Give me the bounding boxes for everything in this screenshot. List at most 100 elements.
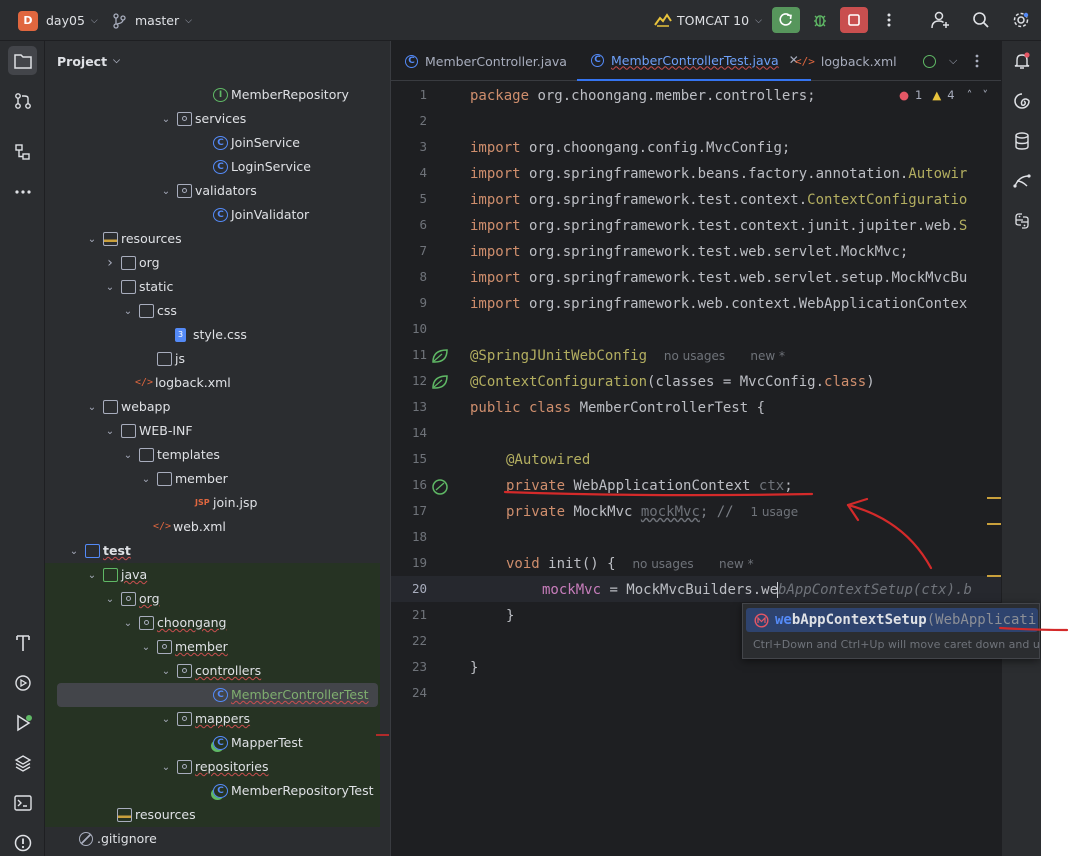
chevron-down-icon[interactable]: ⌄ [159,707,173,731]
tree-item-java[interactable]: ⌄ java [45,563,380,587]
chevron-down-icon[interactable]: ⌄ [139,635,153,659]
tab-logback[interactable]: </> logback.xml [795,41,897,81]
commit-tool-button[interactable] [8,86,37,115]
line-number[interactable]: 15 [391,446,427,472]
line-number[interactable]: 6 [391,212,427,238]
line-number[interactable]: 17 [391,498,427,524]
tree-item-resources[interactable]: ⌄ resources [45,227,380,251]
tree-item-membercontrollertest[interactable]: C MemberControllerTest [57,683,378,707]
line-number[interactable]: 18 [391,524,427,550]
chevron-down-icon[interactable]: ⌄ [85,227,99,251]
endpoints-button[interactable] [1010,169,1034,193]
line-number[interactable]: 7 [391,238,427,264]
chevron-down-icon[interactable]: ⌄ [139,467,153,491]
line-number[interactable]: 24 [391,680,427,706]
line-number[interactable]: 12 [391,368,427,394]
terminal-tool-button[interactable] [8,788,37,817]
line-number[interactable]: 11 [391,342,427,368]
tabs-dropdown-button[interactable]: ⌵ [949,41,957,81]
tab-overflow-partial[interactable] [923,41,943,81]
previous-highlight-icon[interactable]: ˄ [967,88,973,102]
tree-item-logback-xml[interactable]: </> logback.xml [45,371,380,395]
line-number[interactable]: 19 [391,550,427,576]
tree-item-mappers[interactable]: ⌄ mappers [45,707,380,731]
warning-marker[interactable] [987,575,1001,577]
tree-item-repositories[interactable]: ⌄ repositories [45,755,380,779]
tree-item-memberrepositorytest[interactable]: C MemberRepositoryTest [45,779,380,803]
next-highlight-icon[interactable]: ˅ [982,88,988,102]
tree-item-templates[interactable]: ⌄ templates [45,443,380,467]
chevron-down-icon[interactable]: ⌄ [159,659,173,683]
services-tool-button[interactable] [8,668,37,697]
line-number[interactable]: 9 [391,290,427,316]
tree-item-member[interactable]: ⌄ member [45,635,380,659]
chevron-down-icon[interactable]: ⌄ [103,275,117,299]
chevron-down-icon[interactable]: ⌄ [67,539,81,563]
build-tool-button[interactable] [8,628,37,657]
line-number[interactable]: 22 [391,628,427,654]
completion-item[interactable]: webAppContextSetup(WebApplicati [746,608,1038,632]
tree-item-validators[interactable]: ⌄ validators [45,179,380,203]
line-number[interactable]: 1 [391,82,427,108]
search-everywhere-button[interactable] [967,7,995,33]
autowired-gutter-icon[interactable] [431,478,449,496]
tree-item-joinvalidator[interactable]: C JoinValidator [45,203,380,227]
rerun-button[interactable] [772,7,800,33]
line-number[interactable]: 10 [391,316,427,342]
more-tools-button[interactable] [8,177,37,206]
tree-item-static[interactable]: ⌄ static [45,275,380,299]
run-config-selector[interactable]: TOMCAT 10 ⌵ [653,0,762,41]
chevron-down-icon[interactable]: ⌄ [103,587,117,611]
project-tool-button[interactable] [8,46,37,75]
tree-item-mappertest[interactable]: C MapperTest [45,731,380,755]
line-number[interactable]: 14 [391,420,427,446]
tree-item-services[interactable]: ⌄ services [45,107,380,131]
line-number[interactable]: 16 [391,472,427,498]
tree-item-web-xml[interactable]: </> web.xml [45,515,380,539]
tree-item-join-jsp[interactable]: JSP join.jsp [45,491,380,515]
more-actions-button[interactable] [875,7,903,33]
project-panel-header[interactable]: Project ⌵ [45,41,390,81]
vcs-branch-widget[interactable]: master ⌵ [112,0,192,41]
python-console-button[interactable] [1010,209,1034,233]
line-number[interactable]: 13 [391,394,427,420]
tree-item-web-inf[interactable]: ⌄ WEB-INF [45,419,380,443]
chevron-down-icon[interactable]: ⌄ [103,419,117,443]
tree-item-style-css[interactable]: 3 style.css [45,323,380,347]
problems-tool-button[interactable] [8,828,37,856]
tab-membercontrollertest[interactable]: C MemberControllerTest.java ✕ [577,41,811,81]
chevron-down-icon[interactable]: ⌄ [159,755,173,779]
line-number[interactable]: 5 [391,186,427,212]
line-number[interactable]: 20 [391,576,427,602]
chevron-down-icon[interactable]: ⌄ [159,179,173,203]
tree-item-test[interactable]: ⌄ test [45,539,380,563]
tree-item-org[interactable]: › org [45,251,380,275]
line-number[interactable]: 23 [391,654,427,680]
tree-item-css[interactable]: ⌄ css [45,299,380,323]
tree-item-controllers[interactable]: ⌄ controllers [45,659,380,683]
chevron-down-icon[interactable]: ⌄ [121,299,135,323]
run-tool-button[interactable] [8,708,37,737]
project-switcher[interactable]: D day05 ⌵ [18,0,98,41]
ai-assistant-button[interactable] [1010,89,1034,113]
warning-marker[interactable] [987,523,1001,525]
tree-item-resources[interactable]: resources [45,803,380,827]
tree-item-webapp[interactable]: ⌄ webapp [45,395,380,419]
tabs-more-button[interactable] [975,41,979,81]
tree-item-joinservice[interactable]: C JoinService [45,131,380,155]
line-number[interactable]: 8 [391,264,427,290]
tree-item-member[interactable]: ⌄ member [45,467,380,491]
notifications-button[interactable] [1010,49,1034,73]
layers-tool-button[interactable] [8,748,37,777]
tree-item-gitignore[interactable]: .gitignore [45,827,380,851]
chevron-down-icon[interactable]: ⌄ [121,443,135,467]
tree-item-loginservice[interactable]: C LoginService [45,155,380,179]
chevron-down-icon[interactable]: ⌄ [85,395,99,419]
warning-marker[interactable] [987,497,1001,499]
chevron-down-icon[interactable]: ⌄ [85,563,99,587]
tree-item-js[interactable]: js [45,347,380,371]
line-number[interactable]: 2 [391,108,427,134]
structure-tool-button[interactable] [8,137,37,166]
chevron-down-icon[interactable]: ⌄ [121,611,135,635]
tree-item-org[interactable]: ⌄ org [45,587,380,611]
